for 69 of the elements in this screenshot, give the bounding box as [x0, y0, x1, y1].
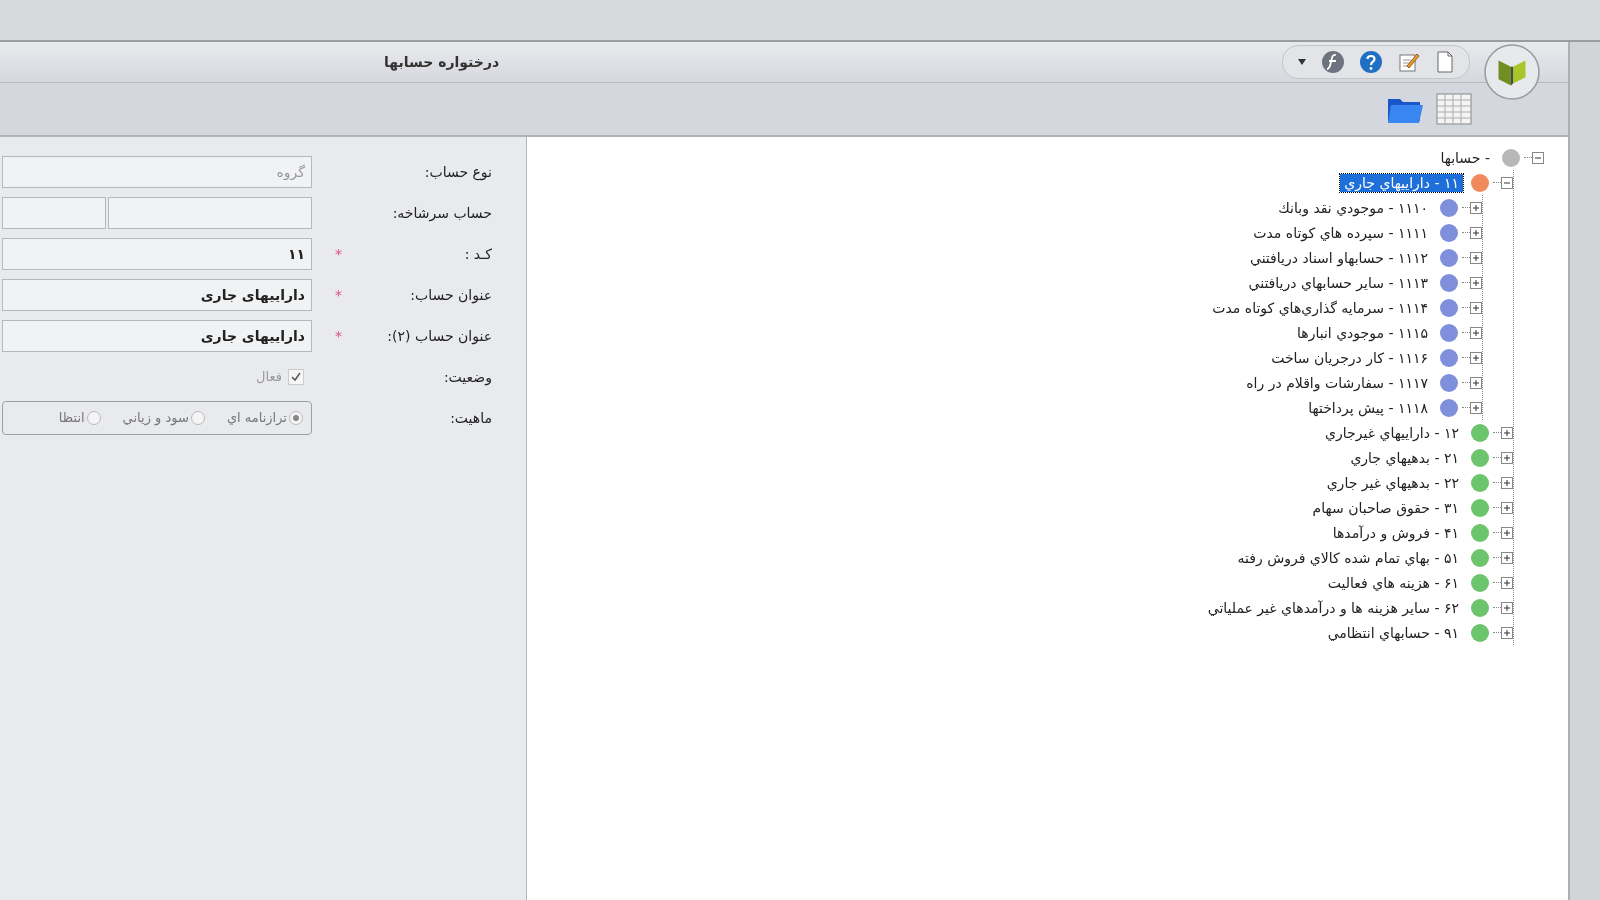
- expand-icon[interactable]: [1470, 326, 1482, 339]
- field-label: وضعیت:: [442, 368, 492, 385]
- tree-item[interactable]: ۱۱۱۴ - سرمايه گذاري‌هاي كوتاه مدت: [1208, 298, 1432, 317]
- tree-item[interactable]: ۱۱۱۰ - موجودي نقد وبانك: [1274, 198, 1432, 217]
- expand-icon[interactable]: [1501, 451, 1513, 464]
- expand-icon[interactable]: [1501, 476, 1513, 489]
- expand-icon[interactable]: [1501, 551, 1513, 564]
- tree-item[interactable]: ۱۱۱۵ - موجودي انبارها: [1293, 323, 1432, 342]
- text-field[interactable]: ۱۱: [2, 237, 312, 270]
- tree-item[interactable]: ۹۱ - حسابهاي انتظامي: [1323, 623, 1463, 642]
- tree-item[interactable]: ۴۱ - فروش و درآمدها: [1328, 523, 1463, 542]
- tree-item[interactable]: ۶۲ - ساير هزينه ها و درآمدهاي غير عملياتي: [1203, 598, 1463, 617]
- expand-icon[interactable]: [1470, 276, 1482, 289]
- expand-icon[interactable]: [1501, 601, 1513, 614]
- tree-item[interactable]: - حسابها: [1436, 148, 1494, 167]
- collapse-icon[interactable]: [1532, 151, 1544, 164]
- tree-item[interactable]: ۳۱ - حقوق صاحبان سهام: [1308, 498, 1463, 517]
- tree-item[interactable]: ۲۲ - بدهيهاي غير جاري: [1322, 473, 1463, 492]
- tree-item[interactable]: ۱۱۱۲ - حسابهاو اسناد دريافتني: [1245, 248, 1432, 267]
- radio-button[interactable]: [289, 410, 303, 425]
- field-label: حساب سرشاخه:: [391, 204, 492, 221]
- help-icon[interactable]: [1359, 50, 1383, 74]
- text-field[interactable]: داراييهاي جاري: [2, 319, 312, 352]
- tree-item[interactable]: ۱۱۱۷ - سفارشات واقلام در راه: [1242, 373, 1432, 392]
- expand-icon[interactable]: [1470, 301, 1482, 314]
- field-label: ماهیت:: [449, 409, 492, 426]
- expand-icon[interactable]: [1501, 576, 1513, 589]
- tree-item[interactable]: ۱۱۱۶ - كار درجريان ساخت: [1267, 348, 1432, 367]
- dropdown-caret-icon[interactable]: [1297, 59, 1307, 65]
- text-field[interactable]: گروه: [2, 155, 312, 188]
- expand-icon[interactable]: [1501, 501, 1513, 514]
- expand-icon[interactable]: [1470, 226, 1482, 239]
- radio-label: سود و زياني: [122, 410, 189, 425]
- checkbox[interactable]: [288, 368, 304, 385]
- expand-icon[interactable]: [1470, 376, 1482, 389]
- required-mark: *: [334, 286, 342, 303]
- expand-icon[interactable]: [1470, 401, 1482, 414]
- parent-account-name-field[interactable]: [2, 196, 106, 229]
- expand-icon[interactable]: [1470, 251, 1482, 264]
- expand-icon[interactable]: [1470, 351, 1482, 364]
- window-title: درختواره حسابها: [384, 54, 500, 70]
- new-document-icon[interactable]: [1435, 50, 1455, 74]
- tree-item[interactable]: ۲۱ - بدهيهاي جاري: [1346, 448, 1463, 467]
- parent-account-field[interactable]: [108, 196, 312, 229]
- function-icon[interactable]: [1321, 50, 1345, 74]
- radio-label: انتظا: [58, 410, 85, 425]
- tree-item[interactable]: ۶۱ - هزينه هاي فعاليت: [1323, 573, 1463, 592]
- checkbox-label: فعال: [256, 369, 282, 384]
- field-label: عنوان حساب (۲):: [386, 327, 492, 344]
- required-mark: *: [334, 327, 342, 344]
- tree-item[interactable]: ۱۱ - داراييهاي جاري: [1340, 173, 1463, 192]
- tree-item[interactable]: ۵۱ - بهاي تمام شده كالاي فروش رفته: [1233, 548, 1463, 567]
- expand-icon[interactable]: [1470, 201, 1482, 214]
- text-field[interactable]: داراييهاي جاري: [2, 278, 312, 311]
- tree-item[interactable]: ۱۱۱۳ - ساير حسابهاي دريافتني: [1244, 273, 1432, 292]
- expand-icon[interactable]: [1501, 626, 1513, 639]
- tree-item[interactable]: ۱۱۱۸ - پيش پرداختها: [1304, 398, 1432, 417]
- radio-button[interactable]: [190, 410, 205, 425]
- field-label: کـد :: [463, 245, 492, 262]
- expand-icon[interactable]: [1501, 526, 1513, 539]
- field-label: نوع حساب:: [423, 163, 492, 180]
- radio-button[interactable]: [86, 410, 101, 425]
- radio-label: ترازنامه اي: [226, 410, 287, 425]
- tree-item[interactable]: ۱۱۱۱ - سپرده هاي كوتاه مدت: [1249, 223, 1432, 242]
- tree-item[interactable]: ۱۲ - داراييهاي غيرجاري: [1321, 423, 1463, 442]
- field-label: عنوان حساب:: [409, 286, 492, 303]
- required-mark: *: [334, 245, 342, 262]
- expand-icon[interactable]: [1501, 426, 1513, 439]
- collapse-icon[interactable]: [1501, 176, 1513, 189]
